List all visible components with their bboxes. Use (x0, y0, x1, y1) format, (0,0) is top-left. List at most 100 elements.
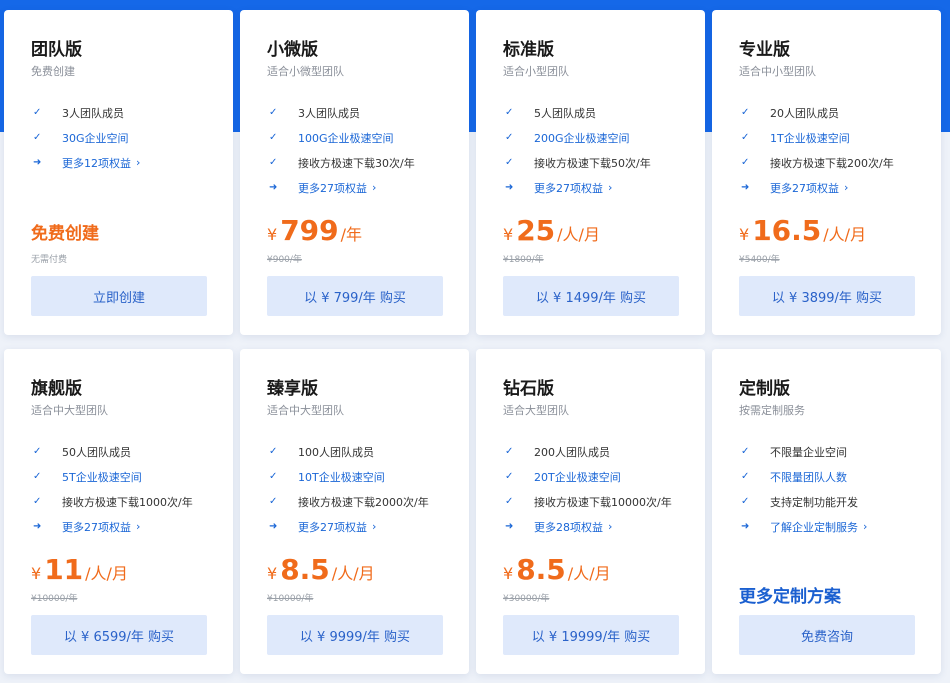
feature-item[interactable]: ✓ 不限量团队人数 (739, 464, 929, 489)
feature-item: ✓ 5人团队成员 (503, 100, 693, 125)
price-amount: 799 (280, 214, 339, 247)
feature-list: ✓ 100人团队成员 ✓ 10T企业极速空间 ✓ 接收方极速下载2000次/年 ➜ 更多27项… (267, 439, 457, 539)
plan-action-button[interactable]: 以 ¥ 9999/年 购买 (267, 615, 443, 655)
currency-symbol: ¥ (267, 564, 278, 583)
plan-action-button[interactable]: 立即创建 (31, 276, 207, 316)
price-unit: /人/月 (823, 225, 867, 244)
feature-item[interactable]: ✓ 30G企业空间 (31, 125, 221, 150)
feature-list: ✓ 不限量企业空间 ✓ 不限量团队人数 ✓ 支持定制功能开发 ➜ 了解企业定制服务 › (739, 439, 929, 539)
plan-action-button[interactable]: 以 ¥ 1499/年 购买 (503, 276, 679, 316)
feature-item: ✓ 接收方极速下载2000次/年 (267, 489, 457, 514)
no-payment-note: 无需付费 (31, 255, 68, 265)
check-icon: ✓ (505, 470, 514, 482)
plan-name: 团队版 (31, 40, 82, 60)
feature-text: 接收方极速下载1000次/年 (62, 495, 193, 509)
feature-item[interactable]: ✓ 100G企业极速空间 (267, 125, 457, 150)
check-icon: ✓ (33, 131, 42, 143)
plan-action-button[interactable]: 以 ¥ 799/年 购买 (267, 276, 443, 316)
arrow-right-icon: ➜ (33, 520, 42, 532)
feature-item: ✓ 接收方极速下载200次/年 (739, 150, 929, 175)
plan-subtitle: 适合大型团队 (503, 404, 569, 417)
feature-text: 更多27项权益 (534, 181, 603, 195)
feature-item: ✓ 支持定制功能开发 (739, 489, 929, 514)
plan-price: ¥25/人/月 (503, 214, 600, 247)
price-amount: 8.5 (516, 553, 566, 586)
feature-item[interactable]: ➜ 更多28项权益 › (503, 514, 693, 539)
feature-text: 5T企业极速空间 (62, 470, 142, 484)
feature-text: 50人团队成员 (62, 445, 131, 459)
feature-item[interactable]: ➜ 更多27项权益 › (31, 514, 221, 539)
chevron-right-icon: › (863, 520, 868, 533)
feature-text: 接收方极速下载10000次/年 (534, 495, 672, 509)
check-icon: ✓ (269, 470, 278, 482)
original-price: ¥10000/年 (31, 594, 78, 604)
plan-price: ¥8.5/人/月 (503, 553, 611, 586)
feature-item: ✓ 100人团队成员 (267, 439, 457, 464)
plan-card-pro: 专业版 适合中小型团队 ✓ 20人团队成员 ✓ 1T企业极速空间 ✓ 接收方极速下载200次/… (712, 10, 941, 335)
feature-text: 1T企业极速空间 (770, 131, 850, 145)
plan-action-button[interactable]: 以 ¥ 6599/年 购买 (31, 615, 207, 655)
arrow-right-icon: ➜ (741, 520, 750, 532)
check-icon: ✓ (505, 156, 514, 168)
feature-item: ✓ 接收方极速下载1000次/年 (31, 489, 221, 514)
feature-list: ✓ 3人团队成员 ✓ 100G企业极速空间 ✓ 接收方极速下载30次/年 ➜ 更多27项权益 › (267, 100, 457, 200)
feature-item: ✓ 接收方极速下载10000次/年 (503, 489, 693, 514)
plan-subtitle: 按需定制服务 (739, 404, 805, 417)
plan-subtitle: 适合中大型团队 (31, 404, 108, 417)
feature-list: ✓ 5人团队成员 ✓ 200G企业极速空间 ✓ 接收方极速下载50次/年 ➜ 更多27项权益 › (503, 100, 693, 200)
feature-item[interactable]: ➜ 更多27项权益 › (267, 175, 457, 200)
plan-subtitle: 适合中大型团队 (267, 404, 344, 417)
feature-text: 更多12项权益 (62, 156, 131, 170)
feature-item[interactable]: ✓ 10T企业极速空间 (267, 464, 457, 489)
feature-item[interactable]: ✓ 1T企业极速空间 (739, 125, 929, 150)
feature-text: 了解企业定制服务 (770, 520, 858, 534)
price-unit: /年 (340, 225, 363, 244)
feature-item: ✓ 接收方极速下载30次/年 (267, 150, 457, 175)
feature-item[interactable]: ➜ 更多27项权益 › (503, 175, 693, 200)
check-icon: ✓ (741, 106, 750, 118)
plan-action-button[interactable]: 以 ¥ 19999/年 购买 (503, 615, 679, 655)
free-create-title: 免费创建 (31, 224, 99, 244)
feature-item[interactable]: ➜ 更多27项权益 › (739, 175, 929, 200)
currency-symbol: ¥ (503, 564, 514, 583)
check-icon: ✓ (741, 495, 750, 507)
feature-list: ✓ 50人团队成员 ✓ 5T企业极速空间 ✓ 接收方极速下载1000次/年 ➜ 更多27项权益… (31, 439, 221, 539)
plan-subtitle: 适合小微型团队 (267, 65, 344, 78)
plan-name: 定制版 (739, 379, 790, 399)
plan-action-button[interactable]: 免费咨询 (739, 615, 915, 655)
arrow-right-icon: ➜ (505, 520, 514, 532)
feature-item[interactable]: ✓ 200G企业极速空间 (503, 125, 693, 150)
chevron-right-icon: › (844, 181, 849, 194)
plan-price: ¥799/年 (267, 214, 362, 247)
check-icon: ✓ (505, 495, 514, 507)
original-price: ¥5400/年 (739, 255, 780, 265)
feature-item[interactable]: ➜ 了解企业定制服务 › (739, 514, 929, 539)
feature-text: 20T企业极速空间 (534, 470, 621, 484)
plan-price: ¥8.5/人/月 (267, 553, 375, 586)
feature-item[interactable]: ➜ 更多27项权益 › (267, 514, 457, 539)
plan-card-diamond: 钻石版 适合大型团队 ✓ 200人团队成员 ✓ 20T企业极速空间 ✓ 接收方极速下载1000… (476, 349, 705, 674)
plan-action-button[interactable]: 以 ¥ 3899/年 购买 (739, 276, 915, 316)
feature-text: 10T企业极速空间 (298, 470, 385, 484)
feature-item: ✓ 接收方极速下载50次/年 (503, 150, 693, 175)
price-amount: 25 (516, 214, 556, 247)
feature-text: 3人团队成员 (62, 106, 124, 120)
plan-name: 钻石版 (503, 379, 554, 399)
arrow-right-icon: ➜ (269, 181, 278, 193)
feature-item[interactable]: ✓ 5T企业极速空间 (31, 464, 221, 489)
feature-item[interactable]: ✓ 20T企业极速空间 (503, 464, 693, 489)
feature-text: 更多27项权益 (298, 520, 367, 534)
currency-symbol: ¥ (739, 225, 750, 244)
feature-text: 不限量企业空间 (770, 445, 847, 459)
feature-item[interactable]: ➜ 更多12项权益 › (31, 150, 221, 175)
feature-text: 5人团队成员 (534, 106, 596, 120)
arrow-right-icon: ➜ (269, 520, 278, 532)
arrow-right-icon: ➜ (33, 156, 42, 168)
feature-text: 更多27项权益 (298, 181, 367, 195)
arrow-right-icon: ➜ (741, 181, 750, 193)
plan-name: 专业版 (739, 40, 790, 60)
chevron-right-icon: › (608, 520, 613, 533)
plan-name: 臻享版 (267, 379, 318, 399)
currency-symbol: ¥ (267, 225, 278, 244)
plan-name: 标准版 (503, 40, 554, 60)
